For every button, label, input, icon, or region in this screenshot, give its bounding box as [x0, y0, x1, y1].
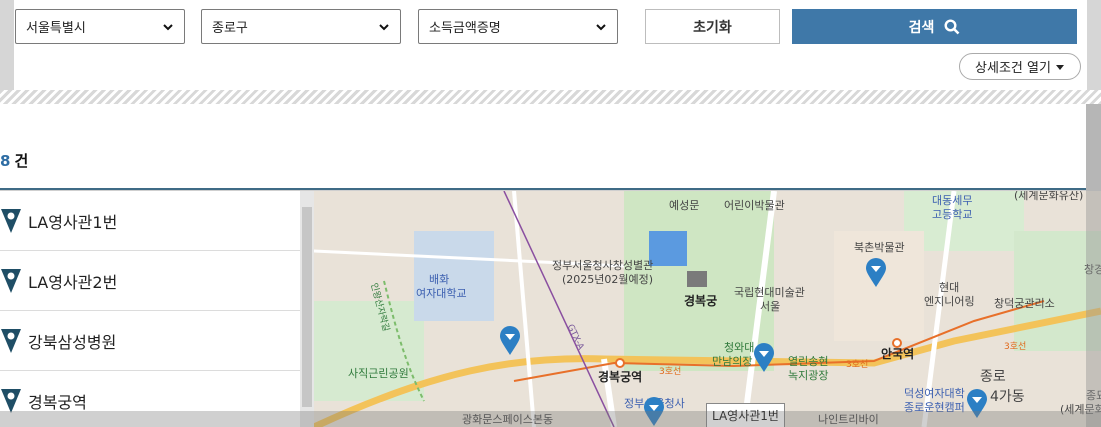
road — [512, 191, 536, 427]
map-label: 북촌박물관 — [854, 241, 905, 254]
chevron-down-icon — [163, 23, 173, 30]
map-label: 어린이박물관 — [724, 199, 785, 212]
map-label: 덕성여자대학 — [904, 387, 965, 400]
pond-area — [649, 231, 687, 266]
map-label: 안국역 — [881, 347, 915, 361]
station-icon — [892, 338, 902, 348]
campus-area — [414, 231, 494, 321]
document-type-select-value: 소득금액증명 — [429, 21, 501, 36]
station-icon — [615, 358, 625, 368]
reset-button[interactable]: 초기화 — [645, 9, 780, 44]
map-label: 국립현대미술관 — [734, 286, 805, 299]
map-label: (2025년02월예정) — [562, 273, 654, 286]
list-item[interactable]: LA영사관2번 — [0, 251, 300, 311]
result-count-suffix: 건 — [14, 152, 29, 170]
map-label: 배화 — [429, 273, 450, 286]
document-type-select[interactable]: 소득금액증명 — [418, 9, 618, 44]
map-label: 정부서울청사창성별관 — [552, 259, 654, 272]
map-label: 사직근린공원 — [348, 367, 409, 380]
list-item-label: LA영사관1번 — [28, 212, 118, 232]
map-label: 청와대 — [724, 341, 755, 354]
filter-bar: 서울특별시 종로구 소득금액증명 초기화 검색 상세조건 열기 — [0, 0, 1101, 90]
map-label: (세계문화유산) — [1014, 191, 1084, 202]
list-item-label: LA영사관2번 — [28, 272, 118, 292]
map-pin-icon[interactable] — [865, 258, 887, 288]
map-label: 여자대학교 — [416, 287, 467, 300]
search-icon — [944, 18, 960, 34]
list-item-label: 강북삼성병원 — [28, 332, 117, 352]
city-select[interactable]: 서울특별시 — [15, 9, 185, 44]
list-item[interactable]: LA영사관1번 — [0, 191, 300, 251]
map-label: 경복궁 — [684, 294, 718, 308]
list-scrollbar-thumb[interactable] — [302, 207, 312, 407]
map-pin-icon[interactable] — [499, 326, 521, 356]
result-list: LA영사관1번 LA영사관2번 강북삼성병원 경복궁역 — [0, 191, 300, 427]
modal-backdrop-edge — [1086, 104, 1101, 427]
map-label: 고등학교 — [932, 208, 973, 221]
map-label: 창덕궁관리소 — [994, 297, 1055, 310]
search-button[interactable]: 검색 — [792, 9, 1077, 44]
detail-options-button[interactable]: 상세조건 열기 — [959, 53, 1081, 80]
map-label: 열린송현 — [788, 355, 829, 368]
list-item-label: 경복궁역 — [28, 392, 87, 412]
map-label: 녹지광장 — [788, 369, 829, 382]
result-count-number: 8 — [0, 152, 11, 170]
caret-down-icon — [1055, 64, 1064, 70]
map-label: 대동세무 — [932, 194, 973, 207]
map-label: 3호선 — [846, 360, 869, 370]
map-label: 3호선 — [659, 367, 682, 377]
chevron-down-icon — [596, 23, 606, 30]
list-scrollbar[interactable] — [300, 191, 314, 427]
district-select-value: 종로구 — [212, 21, 248, 36]
list-item[interactable]: 강북삼성병원 — [0, 311, 300, 371]
map-label: 종로 — [980, 369, 1006, 385]
result-count: 8건 — [0, 150, 28, 171]
map-view[interactable]: 예성문 어린이박물관 대동세무 고등학교 (세계문화유산) 정부서울청사창성별관… — [314, 191, 1101, 427]
map-label: 서울 — [760, 300, 781, 313]
modal-backdrop-edge — [0, 411, 1101, 427]
district-select[interactable]: 종로구 — [201, 9, 401, 44]
reset-button-label: 초기화 — [693, 19, 732, 36]
gtx-line — [503, 191, 615, 427]
map-pin-icon[interactable] — [753, 343, 775, 373]
search-button-label: 검색 — [908, 19, 935, 36]
chevron-down-icon — [379, 23, 389, 30]
divider-hatch — [0, 90, 1101, 104]
detail-options-label: 상세조건 열기 — [975, 61, 1051, 76]
palace-icon — [687, 271, 707, 287]
location-pin-icon — [1, 208, 21, 233]
map-label: 경복궁역 — [598, 370, 643, 384]
app-root: 서울특별시 종로구 소득금액증명 초기화 검색 상세조건 열기 8 건 LA영사… — [0, 0, 1101, 427]
map-label: 현대 — [939, 281, 960, 294]
city-select-value: 서울특별시 — [26, 21, 86, 36]
map-label: 예성문 — [669, 199, 700, 212]
map-label: 엔지니어링 — [924, 295, 975, 308]
result-count-band: 8건 — [0, 104, 1086, 190]
map-label: 3호선 — [1004, 342, 1027, 352]
map-label: 만남의장 — [712, 355, 753, 368]
location-pin-icon — [1, 328, 21, 353]
location-pin-icon — [1, 268, 21, 293]
map-label: 4가동 — [990, 389, 1025, 405]
